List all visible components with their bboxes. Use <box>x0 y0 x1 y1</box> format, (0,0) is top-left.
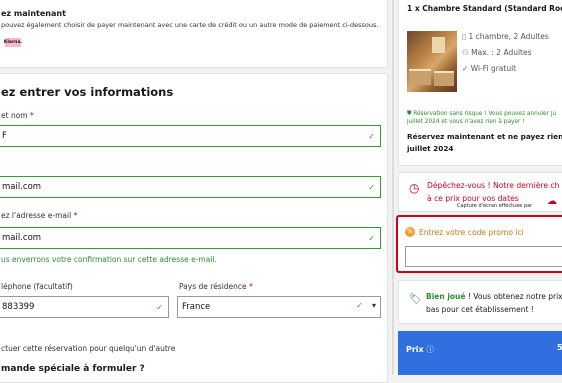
lastname-label: et nom * <box>1 111 34 120</box>
room-title: 1 x Chambre Standard (Standard Room) M <box>407 4 562 13</box>
valid-check-icon: ✓ <box>368 131 375 141</box>
phone-value: 883399 <box>2 302 35 312</box>
lastname-value: F <box>2 131 7 141</box>
price-label: Prix ⓘ <box>406 345 435 354</box>
tag-icon: 🏷 <box>409 294 422 305</box>
room-photo <box>407 31 457 92</box>
hurry-text: Dépêchez-vous ! Notre dernière ch à ce p… <box>427 181 560 203</box>
best-price-text: Bien joué ! Vous obtenez notre prix bas … <box>426 292 562 314</box>
price-summary-bar: Prix ⓘ 5 <box>398 331 562 375</box>
valid-check-icon: ✓ <box>368 182 375 192</box>
email-field[interactable]: mail.com ✓ <box>0 176 381 198</box>
lastname-field[interactable]: F ✓ <box>0 125 381 147</box>
check-icon: ✓ <box>462 64 469 73</box>
confirm-email-label: ez l'adresse e-mail * <box>1 211 78 220</box>
pay-later-notice: Réservez maintenant et ne payez rien ava… <box>407 132 562 153</box>
country-label: Pays de résidence * <box>179 282 253 291</box>
room-max: ⚇ Max. : 2 Adultes <box>462 48 532 57</box>
room-summary-card: 1 x Chambre Standard (Standard Room) M ▯… <box>398 0 562 166</box>
price-value: 5 <box>557 343 562 352</box>
confirm-email-field[interactable]: mail.com ✓ <box>0 227 381 249</box>
promo-label: Entrez votre code promo ici <box>419 228 524 237</box>
promo-code-box: % Entrez votre code promo ici <box>396 215 562 273</box>
best-price-alert: 🏷 Bien joué ! Vous obtenez notre prix ba… <box>398 280 562 324</box>
special-request-heading: mande spéciale à formuler ? <box>1 364 145 374</box>
guest-info-heading: ez entrer vos informations <box>1 85 174 99</box>
email-hint: us enverrons votre confirmation sur cett… <box>1 255 217 264</box>
phone-field[interactable]: 883399 ✓ <box>0 296 169 318</box>
promo-badge-icon: % <box>405 227 415 237</box>
valid-check-icon: ✓ <box>156 302 163 312</box>
bed-icon: ▯ <box>462 32 467 41</box>
confirm-email-value: mail.com <box>2 233 42 243</box>
email-value: mail.com <box>2 182 42 192</box>
screenshot-note: Capture d'écran effectuée par <box>457 203 533 209</box>
info-icon[interactable]: ⓘ <box>427 345 435 354</box>
no-risk-notice: ⛊ Réservation sans risque ! Vous pouvez … <box>407 111 557 125</box>
clock-icon: ◷ <box>409 181 420 195</box>
country-value: France <box>182 302 211 312</box>
klarna-logo: Klarna. <box>3 38 23 47</box>
right-edge-divider <box>392 0 394 375</box>
brand-logo-icon: ☁ <box>547 196 557 207</box>
room-wifi: ✓ Wi-Fi gratuit <box>462 64 517 73</box>
promo-code-input[interactable] <box>405 246 562 267</box>
phone-label: léphone (facultatif) <box>1 282 73 291</box>
country-select[interactable]: France ✓ ▾ <box>177 296 381 318</box>
hurry-alert: ◷ Dépêchez-vous ! Notre dernière ch à ce… <box>398 172 562 212</box>
room-occupancy: ▯ 1 chambre, 2 Adultes <box>462 32 549 41</box>
pay-now-title: ez maintenant <box>1 9 66 18</box>
book-for-other-option[interactable]: ctuer cette réservation pour quelqu'un d… <box>1 344 175 353</box>
pay-now-card: ez maintenant pouvez également choisir d… <box>0 0 388 68</box>
valid-check-icon: ✓ <box>368 233 375 243</box>
guest-info-card: ez entrer vos informations et nom * F ✓ … <box>0 73 388 383</box>
people-icon: ⚇ <box>462 48 469 57</box>
shield-icon: ⛊ <box>407 111 412 117</box>
chevron-down-icon: ▾ <box>371 301 376 310</box>
pay-now-description: pouvez également choisir de payer mainte… <box>1 21 379 29</box>
valid-check-icon: ✓ <box>356 301 363 310</box>
